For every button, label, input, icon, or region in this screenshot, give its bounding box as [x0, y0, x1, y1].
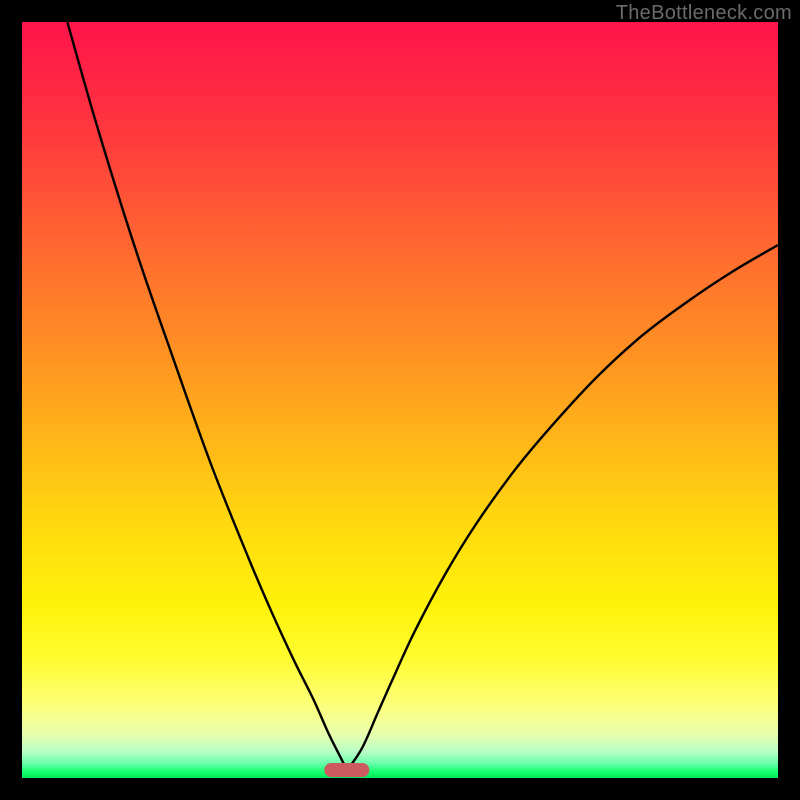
curve-right-arm — [347, 245, 778, 770]
curve-left-arm — [67, 22, 347, 770]
curve-svg — [22, 22, 778, 778]
bottleneck-marker — [324, 763, 369, 777]
plot-area — [22, 22, 778, 778]
watermark-text: TheBottleneck.com — [616, 2, 792, 25]
chart-frame: TheBottleneck.com — [0, 0, 800, 800]
